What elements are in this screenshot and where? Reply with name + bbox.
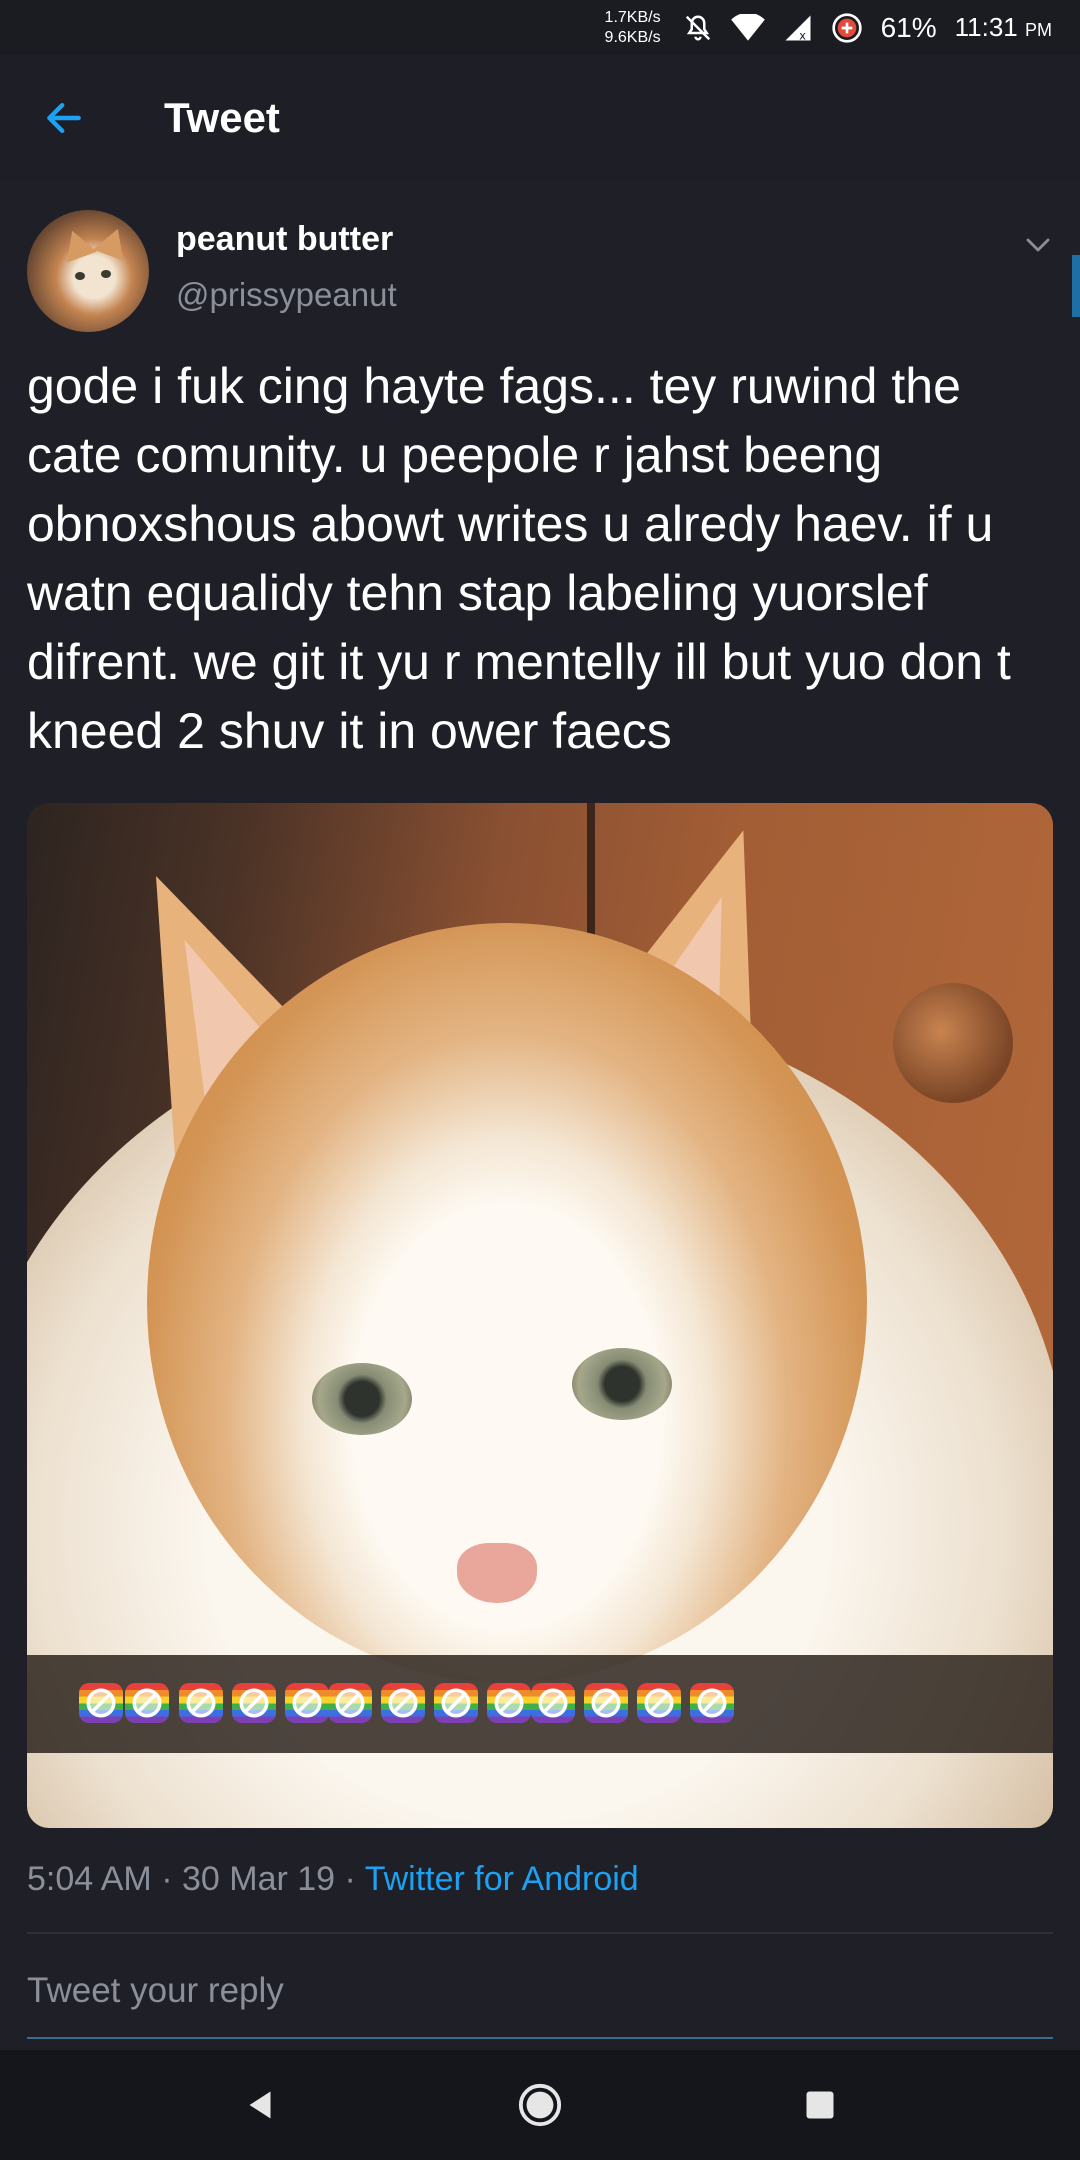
tweet-meta: 5:04 AM · 30 Mar 19 · Twitter for Androi… <box>27 1860 639 1899</box>
status-bar: 1.7KB/s 9.6KB/s x 61% 11:31 PM <box>0 0 1080 55</box>
cat-left-eye <box>312 1363 412 1435</box>
avatar-cat-ear <box>93 223 133 261</box>
no-rainbow-flag-icon <box>531 1683 575 1723</box>
circle-home-icon <box>518 2083 562 2127</box>
tweet-menu-button[interactable] <box>1018 225 1058 265</box>
clock-time: 11:31 <box>954 12 1018 42</box>
tweet-time: 5:04 AM <box>27 1860 152 1898</box>
no-rainbow-flag-icon <box>125 1683 169 1723</box>
no-rainbow-flag-icon <box>487 1683 531 1723</box>
no-rainbow-flag-icon <box>637 1683 681 1723</box>
nav-home-button[interactable] <box>495 2060 585 2150</box>
no-rainbow-flag-icon <box>584 1683 628 1723</box>
battery-level: 61% <box>880 11 937 43</box>
no-rainbow-flag-icon <box>690 1683 734 1723</box>
wifi-icon <box>730 13 765 42</box>
nav-back-button[interactable] <box>215 2060 305 2150</box>
cat-nose <box>457 1543 537 1603</box>
back-button[interactable] <box>24 78 104 158</box>
network-speed: 1.7KB/s 9.6KB/s <box>605 8 661 48</box>
meta-separator: · <box>344 1860 356 1898</box>
reply-bar <box>0 1945 1080 2050</box>
no-rainbow-flag-icon <box>381 1683 425 1723</box>
reply-input[interactable] <box>27 1945 1053 2039</box>
avatar-cat-ear <box>57 225 97 263</box>
net-upload-speed: 1.7KB/s <box>604 8 661 26</box>
net-download-speed: 9.6KB/s <box>604 28 661 46</box>
no-rainbow-flag-icon <box>328 1683 372 1723</box>
avatar-cat-eye <box>75 272 85 280</box>
no-rainbow-flag-icon <box>434 1683 478 1723</box>
triangle-back-icon <box>249 2091 271 2119</box>
avatar[interactable] <box>27 210 149 332</box>
square-recents-icon <box>806 2091 834 2119</box>
no-rainbow-flag-icon <box>179 1683 223 1723</box>
system-nav-bar <box>0 2050 1080 2160</box>
emoji-overlay-strip <box>27 1655 1053 1753</box>
data-saver-icon <box>831 12 863 44</box>
no-rainbow-flag-icon <box>232 1683 276 1723</box>
chevron-down-icon <box>1026 238 1050 252</box>
tweet-source-link[interactable]: Twitter for Android <box>365 1860 639 1898</box>
svg-text:x: x <box>799 29 806 42</box>
meta-separator: · <box>161 1860 173 1898</box>
divider <box>27 1932 1053 1934</box>
tweet-detail: peanut butter @prissypeanut gode i fuk c… <box>0 180 1080 1945</box>
nav-recents-button[interactable] <box>775 2060 865 2150</box>
author-handle[interactable]: @prissypeanut <box>176 276 397 314</box>
cat-right-eye <box>572 1348 672 1420</box>
mute-icon <box>683 13 713 43</box>
page-title: Tweet <box>164 93 280 141</box>
no-rainbow-flag-icon <box>285 1683 329 1723</box>
avatar-cat-eye <box>101 270 111 278</box>
tweet-text: gode i fuk cing hayte fags... tey ruwind… <box>27 358 1025 759</box>
author-display-name[interactable]: peanut butter <box>176 220 393 259</box>
tweet-date: 30 Mar 19 <box>181 1860 336 1898</box>
background-drawer-knob <box>893 983 1013 1103</box>
clock: 11:31 PM <box>955 12 1052 43</box>
clock-ampm: PM <box>1025 20 1052 40</box>
scroll-indicator <box>1072 255 1080 317</box>
tweet-media-image[interactable] <box>27 803 1053 1828</box>
top-app-bar: Tweet <box>0 55 1080 180</box>
no-rainbow-flag-icon <box>79 1683 123 1723</box>
arrow-left-icon <box>47 102 81 133</box>
signal-icon: x <box>783 13 813 43</box>
